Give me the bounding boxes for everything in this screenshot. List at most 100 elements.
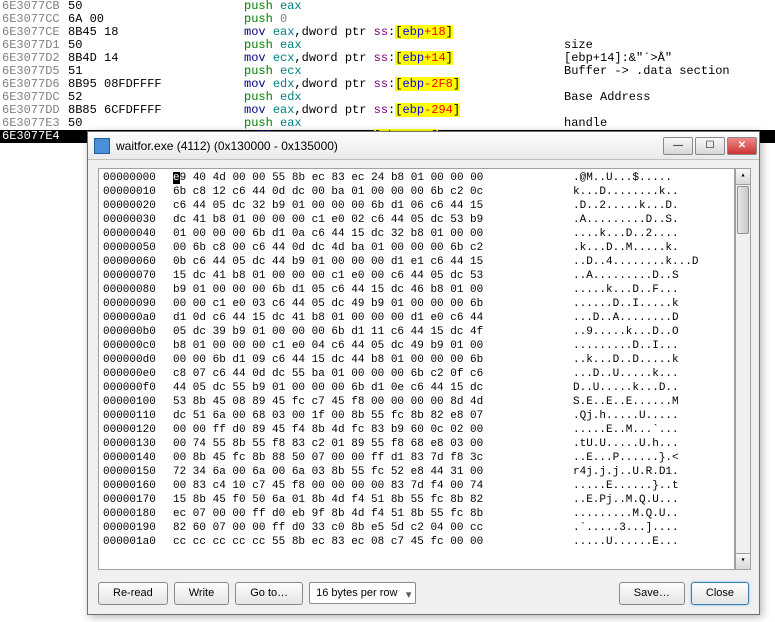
hex-bytes: 44 05 dc 55 b9 01 00 00 00 6b d1 0e c6 4… bbox=[173, 381, 573, 395]
hex-offset: 000000a0 bbox=[103, 311, 173, 325]
close-window-button[interactable]: ✕ bbox=[727, 137, 757, 155]
disasm-row[interactable]: 6E3077CB50push eax bbox=[0, 0, 775, 13]
bytes-per-row-select[interactable]: 16 bytes per row bbox=[309, 582, 416, 604]
disassembly-pane: 6E3077CB50push eax6E3077CC6A 00push 06E3… bbox=[0, 0, 775, 143]
hex-ascii: ...D..U.....k... bbox=[573, 367, 730, 381]
hex-row[interactable]: 000001a0 cc cc cc cc cc 55 8b ec 83 ec 0… bbox=[103, 535, 730, 549]
scrollbar[interactable]: ▴ ▾ bbox=[735, 168, 751, 570]
comment: Base Address bbox=[564, 91, 775, 104]
hex-row[interactable]: 000000e0 c8 07 c6 44 0d dc 55 ba 01 00 0… bbox=[103, 367, 730, 381]
hex-offset: 00000060 bbox=[103, 255, 173, 269]
hex-bytes: b9 01 00 00 00 6b d1 05 c6 44 15 dc 46 b… bbox=[173, 283, 573, 297]
titlebar[interactable]: waitfor.exe (4112) (0x130000 - 0x135000)… bbox=[88, 132, 759, 160]
hex-row[interactable]: 00000120 00 00 ff d0 89 45 f4 8b 4d fc 8… bbox=[103, 423, 730, 437]
hex-bytes: 15 dc 41 b8 01 00 00 00 c1 e0 00 c6 44 0… bbox=[173, 269, 573, 283]
disasm-row[interactable]: 6E3077D68B95 08FDFFFFmov edx,dword ptr s… bbox=[0, 78, 775, 91]
hex-row[interactable]: 00000170 15 8b 45 f0 50 6a 01 8b 4d f4 5… bbox=[103, 493, 730, 507]
hex-row[interactable]: 000000f0 44 05 dc 55 b9 01 00 00 00 6b d… bbox=[103, 381, 730, 395]
hex-bytes: d1 0d c6 44 15 dc 41 b8 01 00 00 00 d1 e… bbox=[173, 311, 573, 325]
hex-offset: 00000040 bbox=[103, 227, 173, 241]
hex-offset: 00000190 bbox=[103, 521, 173, 535]
address: 6E3077E4 bbox=[0, 130, 68, 143]
hex-row[interactable]: 000000d0 00 00 6b d1 09 c6 44 15 dc 44 b… bbox=[103, 353, 730, 367]
hex-offset: 00000160 bbox=[103, 479, 173, 493]
scroll-down-button[interactable]: ▾ bbox=[736, 553, 750, 569]
hex-row[interactable]: 00000010 6b c8 12 c6 44 0d dc 00 ba 01 0… bbox=[103, 185, 730, 199]
hex-offset: 000001a0 bbox=[103, 535, 173, 549]
hex-row[interactable]: 000000b0 05 dc 39 b9 01 00 00 00 6b d1 1… bbox=[103, 325, 730, 339]
hex-offset: 00000110 bbox=[103, 409, 173, 423]
button-bar: Re-read Write Go to… 16 bytes per row Sa… bbox=[98, 580, 749, 606]
reread-button[interactable]: Re-read bbox=[98, 582, 168, 605]
hex-bytes: cc cc cc cc cc 55 8b ec 83 ec 08 c7 45 f… bbox=[173, 535, 573, 549]
hex-bytes: 05 dc 39 b9 01 00 00 00 6b d1 11 c6 44 1… bbox=[173, 325, 573, 339]
hex-offset: 000000b0 bbox=[103, 325, 173, 339]
hex-row[interactable]: 00000090 00 00 c1 e0 03 c6 44 05 dc 49 b… bbox=[103, 297, 730, 311]
hex-row[interactable]: 00000110 dc 51 6a 00 68 03 00 1f 00 8b 5… bbox=[103, 409, 730, 423]
hex-row[interactable]: 00000130 00 74 55 8b 55 f8 83 c2 01 89 5… bbox=[103, 437, 730, 451]
hex-row[interactable]: 00000050 00 6b c8 00 c6 44 0d dc 4d ba 0… bbox=[103, 241, 730, 255]
hex-row[interactable]: 00000140 00 8b 45 fc 8b 88 50 07 00 00 f… bbox=[103, 451, 730, 465]
hex-ascii: .D..2.....k...D. bbox=[573, 199, 730, 213]
goto-button[interactable]: Go to… bbox=[235, 582, 303, 605]
hex-ascii: .....k...D..F... bbox=[573, 283, 730, 297]
scroll-up-button[interactable]: ▴ bbox=[736, 169, 750, 185]
hex-bytes: 01 00 00 00 6b d1 0a c6 44 15 dc 32 b8 0… bbox=[173, 227, 573, 241]
app-icon bbox=[94, 138, 110, 154]
hex-ascii: r4j.j.j..U.R.D1. bbox=[573, 465, 730, 479]
hex-bytes: c6 44 05 dc 32 b9 01 00 00 00 6b d1 06 c… bbox=[173, 199, 573, 213]
hex-row[interactable]: 00000020 c6 44 05 dc 32 b9 01 00 00 00 6… bbox=[103, 199, 730, 213]
hex-bytes: 00 8b 45 fc 8b 88 50 07 00 00 ff d1 83 7… bbox=[173, 451, 573, 465]
bytes: 8B95 08FDFFFF bbox=[68, 78, 244, 91]
minimize-button[interactable]: — bbox=[663, 137, 693, 155]
hex-ascii: .........D..I... bbox=[573, 339, 730, 353]
hex-row[interactable]: 00000080 b9 01 00 00 00 6b d1 05 c6 44 1… bbox=[103, 283, 730, 297]
hex-row[interactable]: 00000180 ec 07 00 00 ff d0 eb 9f 8b 4d f… bbox=[103, 507, 730, 521]
save-button[interactable]: Save… bbox=[619, 582, 685, 605]
hex-row[interactable]: 000000a0 d1 0d c6 44 15 dc 41 b8 01 00 0… bbox=[103, 311, 730, 325]
hex-bytes: dc 51 6a 00 68 03 00 1f 00 8b 55 fc 8b 8… bbox=[173, 409, 573, 423]
hex-bytes: c8 07 c6 44 0d dc 55 ba 01 00 00 00 6b c… bbox=[173, 367, 573, 381]
hex-offset: 00000000 bbox=[103, 171, 173, 185]
hex-bytes: 72 34 6a 00 6a 00 6a 03 8b 55 fc 52 e8 4… bbox=[173, 465, 573, 479]
disasm-row[interactable]: 6E3077DD8B85 6CFDFFFFmov eax,dword ptr s… bbox=[0, 104, 775, 117]
hex-offset: 00000050 bbox=[103, 241, 173, 255]
comment bbox=[564, 0, 775, 13]
hex-offset: 000000c0 bbox=[103, 339, 173, 353]
hex-offset: 00000090 bbox=[103, 297, 173, 311]
hex-offset: 00000150 bbox=[103, 465, 173, 479]
hex-offset: 00000130 bbox=[103, 437, 173, 451]
hex-row[interactable]: 00000190 82 60 07 00 00 ff d0 33 c0 8b e… bbox=[103, 521, 730, 535]
hex-dump-dialog: waitfor.exe (4112) (0x130000 - 0x135000)… bbox=[87, 131, 760, 615]
hex-row[interactable]: 00000070 15 dc 41 b8 01 00 00 00 c1 e0 0… bbox=[103, 269, 730, 283]
hex-row[interactable]: 00000150 72 34 6a 00 6a 00 6a 03 8b 55 f… bbox=[103, 465, 730, 479]
disasm-row[interactable]: 6E3077CE8B45 18mov eax,dword ptr ss:[ebp… bbox=[0, 26, 775, 39]
hex-bytes: dc 41 b8 01 00 00 00 c1 e0 02 c6 44 05 d… bbox=[173, 213, 573, 227]
hex-row[interactable]: 00000030 dc 41 b8 01 00 00 00 c1 e0 02 c… bbox=[103, 213, 730, 227]
hex-ascii: S.E..E..E......M bbox=[573, 395, 730, 409]
maximize-button[interactable]: ☐ bbox=[695, 137, 725, 155]
window-title: waitfor.exe (4112) (0x130000 - 0x135000) bbox=[116, 139, 661, 153]
hex-ascii: .@M..U...$..... bbox=[573, 171, 730, 185]
hex-ascii: .Qj.h.....U..... bbox=[573, 409, 730, 423]
write-button[interactable]: Write bbox=[174, 582, 229, 605]
hex-view[interactable]: 00000000 e9 40 4d 00 00 55 8b ec 83 ec 2… bbox=[98, 168, 735, 570]
hex-row[interactable]: 00000040 01 00 00 00 6b d1 0a c6 44 15 d… bbox=[103, 227, 730, 241]
hex-ascii: ....k...D..2.... bbox=[573, 227, 730, 241]
scroll-thumb[interactable] bbox=[737, 186, 749, 234]
hex-ascii: .....U......E... bbox=[573, 535, 730, 549]
hex-row[interactable]: 00000000 e9 40 4d 00 00 55 8b ec 83 ec 2… bbox=[103, 171, 730, 185]
hex-row[interactable]: 000000c0 b8 01 00 00 00 c1 e0 04 c6 44 0… bbox=[103, 339, 730, 353]
comment bbox=[564, 26, 775, 39]
bytes: 8B4D 14 bbox=[68, 52, 244, 65]
hex-ascii: ..E...P......}.< bbox=[573, 451, 730, 465]
hex-row[interactable]: 00000160 00 83 c4 10 c7 45 f8 00 00 00 0… bbox=[103, 479, 730, 493]
hex-ascii: ..D..4........k...D bbox=[573, 255, 730, 269]
hex-ascii: ..A.........D..S bbox=[573, 269, 730, 283]
hex-bytes: e9 40 4d 00 00 55 8b ec 83 ec 24 b8 01 0… bbox=[173, 171, 573, 185]
hex-bytes: ec 07 00 00 ff d0 eb 9f 8b 4d f4 51 8b 5… bbox=[173, 507, 573, 521]
close-button[interactable]: Close bbox=[691, 582, 749, 605]
hex-bytes: 15 8b 45 f0 50 6a 01 8b 4d f4 51 8b 55 f… bbox=[173, 493, 573, 507]
hex-row[interactable]: 00000060 0b c6 44 05 dc 44 b9 01 00 00 0… bbox=[103, 255, 730, 269]
hex-row[interactable]: 00000100 53 8b 45 08 89 45 fc c7 45 f8 0… bbox=[103, 395, 730, 409]
